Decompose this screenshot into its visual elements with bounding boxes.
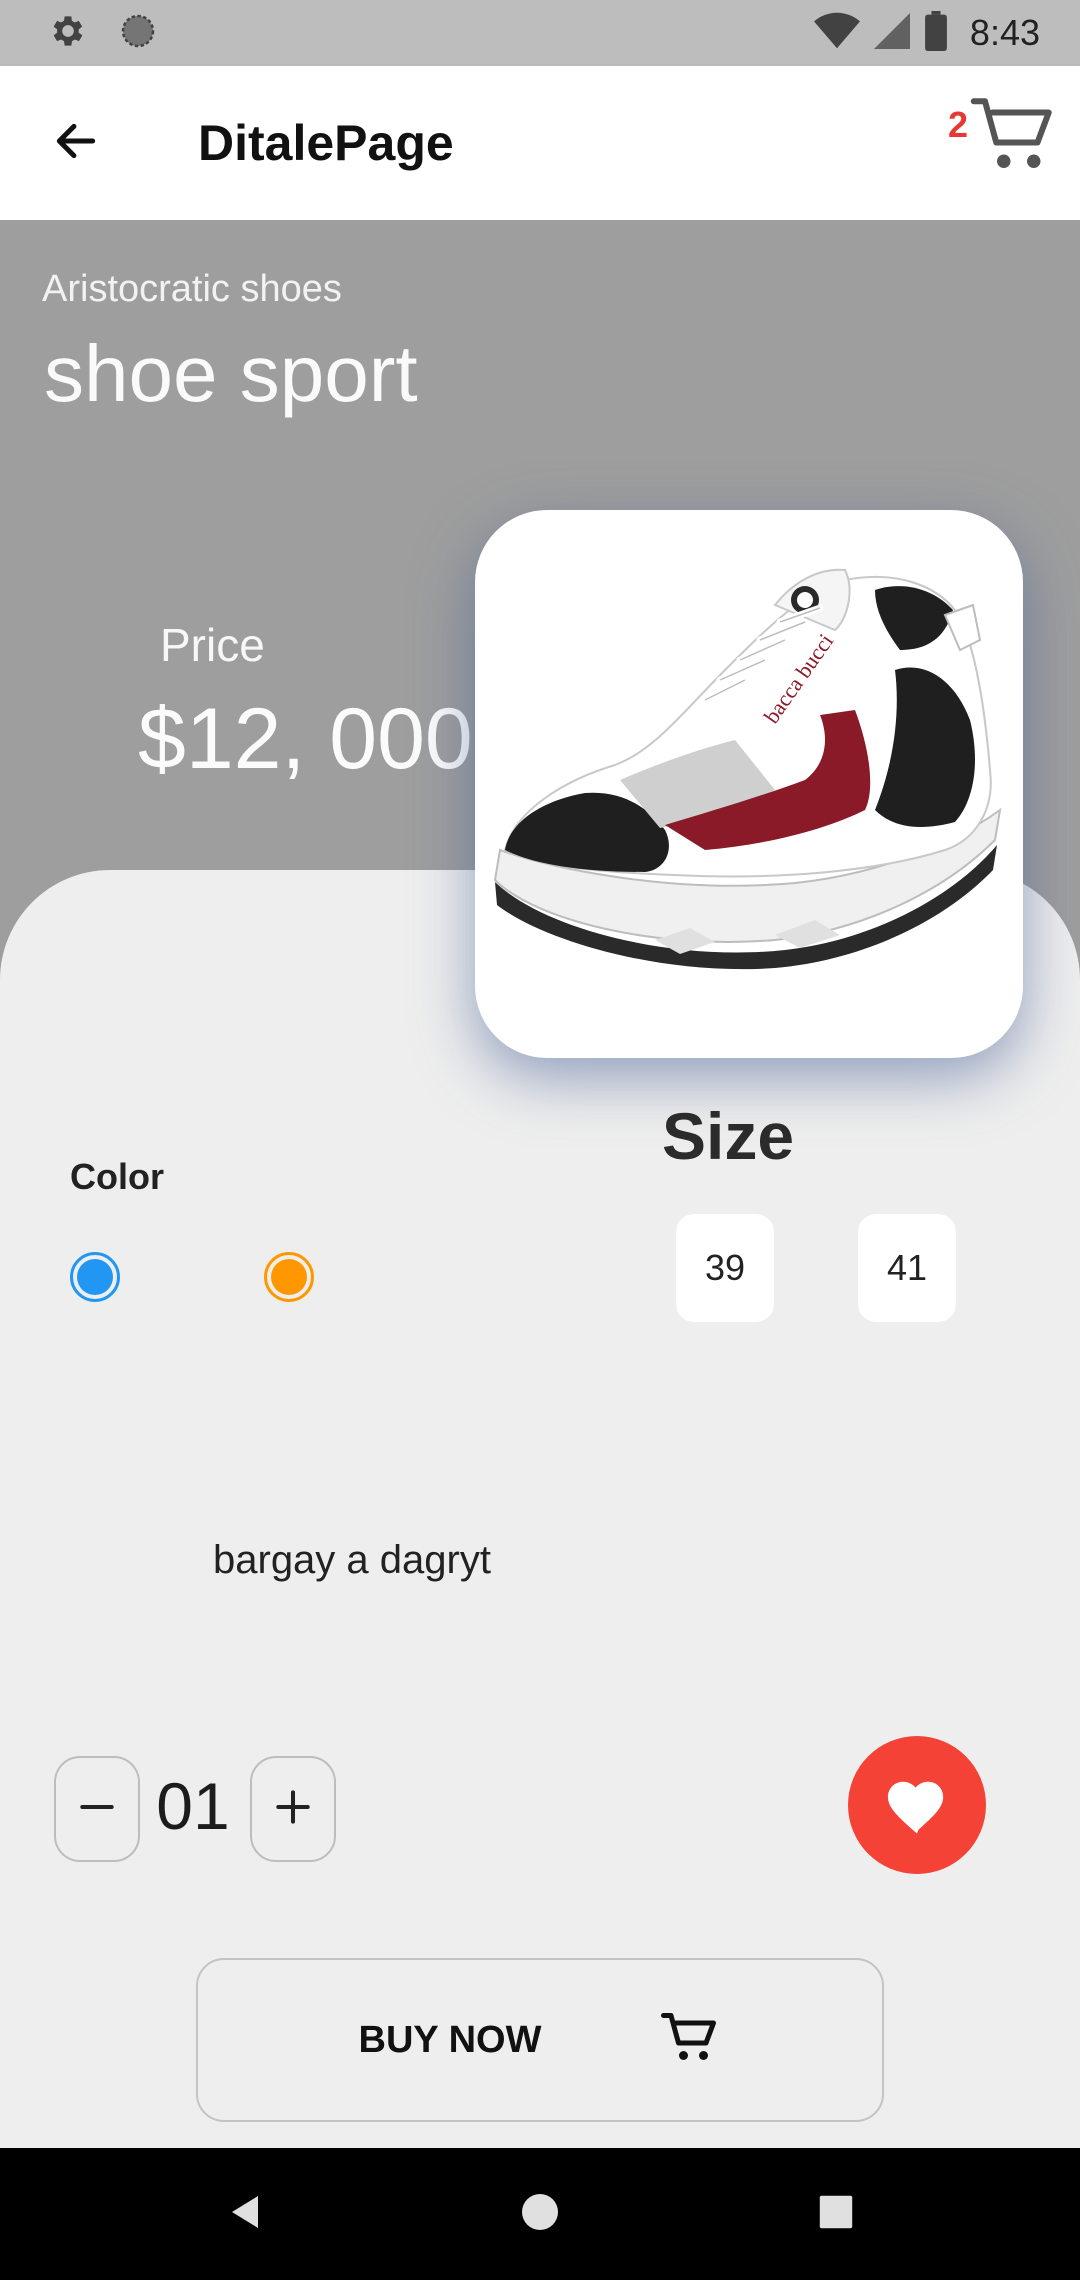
product-description: bargay a dagryt [213,1538,491,1582]
cell-signal-icon [872,11,912,56]
buy-now-button[interactable]: BUY NOW [196,1958,884,2122]
triangle-back-icon [226,2192,266,2237]
nav-home-button[interactable] [512,2186,568,2242]
shopping-cart-icon [661,2008,721,2073]
product-name: shoe sport [44,329,418,418]
product-image: bacca bucci [475,510,1023,1058]
shopping-cart-icon [970,90,1060,185]
quantity-value: 01 [156,1769,230,1843]
minus-icon [75,1785,119,1834]
nav-back-button[interactable] [218,2186,274,2242]
details-sheet [0,870,1080,2148]
sync-icon [118,11,158,56]
back-button[interactable] [44,111,108,175]
cart-count-badge: 2 [948,104,969,145]
system-nav-bar [0,2148,1080,2280]
status-time: 8:43 [969,12,1040,53]
size-title: Size [662,1099,795,1173]
color-option-blue[interactable] [70,1252,120,1302]
settings-icon [48,11,88,56]
price-value: $12, 000 [138,691,473,787]
buy-now-label: BUY NOW [358,2018,542,2061]
page-title: DitalePage [198,115,454,171]
heart-icon [882,1771,952,1840]
wifi-icon [813,11,860,56]
color-label: Color [70,1156,164,1197]
battery-icon [924,10,948,56]
size-option-39[interactable]: 39 [676,1214,774,1322]
sneaker-illustration: bacca bucci [493,568,1002,970]
price-label: Price [160,619,265,671]
cart-button[interactable]: 2 [948,90,1058,190]
color-option-orange[interactable] [264,1252,314,1302]
decrement-button[interactable] [54,1756,140,1862]
app-bar: DitalePage 2 [0,66,1080,220]
increment-button[interactable] [250,1756,336,1862]
circle-home-icon [520,2192,560,2237]
status-bar: 8:43 [0,0,1080,66]
plus-icon [271,1785,315,1834]
square-recents-icon [818,2194,854,2235]
product-brand: Aristocratic shoes [42,268,342,310]
nav-recents-button[interactable] [808,2186,864,2242]
size-option-41[interactable]: 41 [858,1214,956,1322]
arrow-left-icon [51,116,101,171]
favorite-button[interactable] [848,1736,986,1874]
